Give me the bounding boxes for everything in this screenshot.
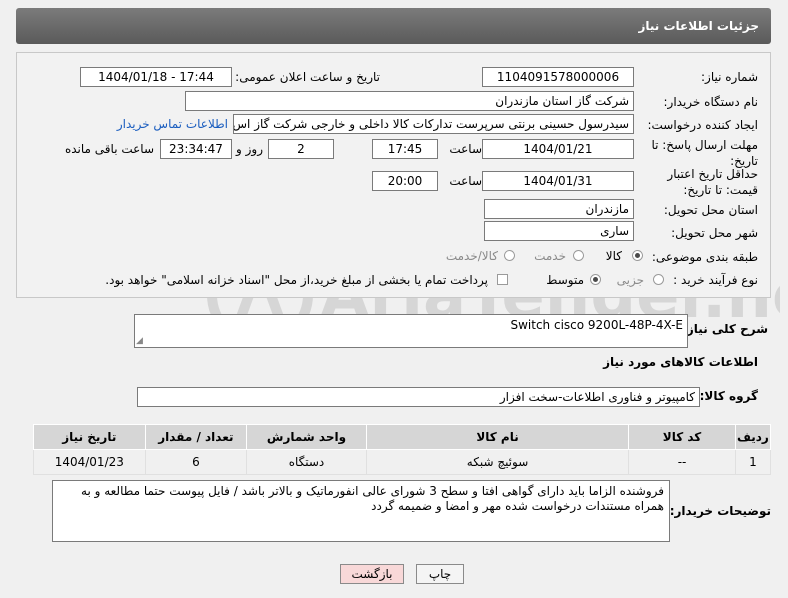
description-field: Switch cisco 9200L-48P-4X-E	[134, 314, 688, 348]
column-header-unit: واحد شمارش	[246, 424, 367, 450]
deadline-date-field: 1404/01/21	[482, 139, 634, 159]
days-label: روز و	[236, 142, 263, 156]
description-label: شرح کلی نیاز:	[682, 322, 768, 336]
buyer-org-label: نام دستگاه خریدار:	[663, 95, 759, 109]
category-service-radio[interactable]	[573, 250, 584, 261]
column-header-name: نام کالا	[365, 424, 630, 450]
creator-field: سیدرسول حسینی برنتی سرپرست تدارکات کالا …	[233, 114, 634, 134]
purchase-medium-radio[interactable]	[590, 274, 601, 285]
category-label: طبقه بندی موضوعی:	[651, 250, 758, 264]
deadline-time-field: 17:45	[372, 139, 438, 159]
cell-quantity: 6	[144, 449, 248, 475]
goods-group-field: کامپیوتر و فناوری اطلاعات-سخت افزار	[137, 387, 700, 407]
column-header-code: کد کالا	[628, 424, 736, 450]
announce-label: تاریخ و ساعت اعلان عمومی:	[235, 70, 380, 84]
cell-code: --	[628, 449, 736, 475]
cell-need-date: 1404/01/23	[33, 449, 146, 475]
province-field: مازندران	[484, 199, 634, 219]
category-both-radio[interactable]	[504, 250, 515, 261]
column-header-row-number: ردیف	[734, 424, 772, 450]
price-validity-time-label: ساعت	[449, 174, 482, 188]
treasury-payment-note: پرداخت تمام یا بخشی از مبلغ خرید،از محل …	[105, 273, 488, 287]
cell-name: سوئیچ شبکه	[365, 449, 630, 475]
purchase-minor-label: جزیی	[616, 273, 644, 287]
print-button[interactable]: چاپ	[416, 564, 464, 584]
category-service-label: خدمت	[534, 249, 566, 263]
days-field: 2	[268, 139, 334, 159]
province-label: استان محل تحویل:	[663, 203, 758, 217]
remaining-label: ساعت باقی مانده	[64, 142, 154, 156]
creator-label: ایجاد کننده درخواست:	[647, 118, 758, 132]
price-validity-time-field: 20:00	[372, 171, 438, 191]
deadline-label: مهلت ارسال پاسخ: تا تاریخ:	[651, 138, 758, 168]
city-label: شهر محل تحویل:	[671, 226, 758, 240]
column-header-need-date: تاریخ نیاز	[33, 424, 146, 450]
purchase-type-label: نوع فرآیند خرید :	[673, 273, 758, 287]
page-header: جزئیات اطلاعات نیاز	[16, 8, 771, 44]
cell-row-number: 1	[734, 449, 772, 475]
remaining-time-field: 23:34:47	[160, 139, 232, 159]
resize-handle-icon[interactable]: ◢	[136, 336, 146, 346]
buyer-notes-label: توضیحات خریدار:	[669, 504, 771, 518]
page-title: جزئیات اطلاعات نیاز	[638, 19, 759, 33]
price-validity-date-field: 1404/01/31	[482, 171, 634, 191]
category-both-label: کالا/خدمت	[445, 249, 498, 263]
city-field: ساری	[484, 221, 634, 241]
category-goods-radio[interactable]	[632, 250, 643, 261]
goods-table: ردیف کد کالا نام کالا واحد شمارش تعداد /…	[33, 424, 772, 475]
purchase-minor-radio[interactable]	[653, 274, 664, 285]
treasury-payment-checkbox[interactable]	[497, 274, 508, 285]
cell-unit: دستگاه	[246, 449, 367, 475]
goods-section-title: اطلاعات کالاهای مورد نیاز	[603, 355, 758, 369]
table-row: 1 -- سوئیچ شبکه دستگاه 6 1404/01/23	[33, 449, 772, 475]
need-number-field: 1104091578000006	[482, 67, 634, 87]
price-validity-label: حداقل تاریخ اعتبار قیمت: تا تاریخ:	[667, 167, 758, 197]
column-header-quantity: تعداد / مقدار	[144, 424, 248, 450]
back-button[interactable]: بازگشت	[340, 564, 404, 584]
goods-group-label: گروه کالا:	[699, 389, 758, 403]
announce-date-field: 1404/01/18 - 17:44	[80, 67, 232, 87]
buyer-org-field: شرکت گاز استان مازندران	[185, 91, 634, 111]
buyer-contact-link[interactable]: اطلاعات تماس خریدار	[117, 117, 228, 131]
buyer-notes-field: فروشنده الزاما باید دارای گواهی افتا و س…	[52, 480, 670, 542]
category-goods-label: کالا	[605, 249, 622, 263]
need-number-label: شماره نیاز:	[701, 70, 758, 84]
purchase-medium-label: متوسط	[546, 273, 584, 287]
table-header-row: ردیف کد کالا نام کالا واحد شمارش تعداد /…	[33, 424, 772, 450]
deadline-time-label: ساعت	[449, 142, 482, 156]
